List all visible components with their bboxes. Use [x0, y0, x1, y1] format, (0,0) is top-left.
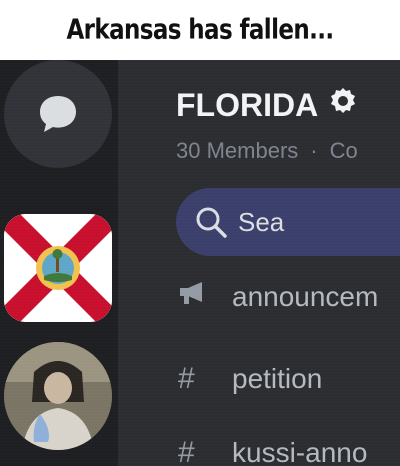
- meta-separator: ·: [310, 138, 318, 163]
- server-meta: 30 Members · Co: [176, 138, 358, 164]
- search-icon: [196, 207, 227, 238]
- direct-messages-button[interactable]: [4, 60, 112, 168]
- channel-label: announcem: [232, 281, 379, 312]
- server-icon-florida[interactable]: [4, 214, 112, 322]
- search-placeholder: Sea: [238, 206, 285, 237]
- channel-panel: FLORIDA 30 Members · Co Sea announcem # …: [118, 60, 400, 466]
- discord-app: FLORIDA 30 Members · Co Sea announcem # …: [0, 60, 400, 466]
- meme-caption: Arkansas has fallen...: [66, 14, 334, 46]
- channel-announcements[interactable]: announcem: [178, 280, 378, 314]
- megaphone-icon: [178, 280, 214, 314]
- user-avatar[interactable]: [4, 342, 112, 450]
- avatar-photo: [4, 342, 112, 450]
- channel-label: kussi-anno: [232, 437, 368, 466]
- channel-kussi-announcements[interactable]: # kussi-anno: [178, 436, 367, 466]
- hash-icon: #: [178, 362, 195, 395]
- server-rail: [0, 60, 118, 466]
- chat-bubble-icon: [40, 96, 76, 132]
- meta-extra: Co: [329, 138, 358, 163]
- member-count: 30 Members: [176, 138, 299, 163]
- hash-icon: #: [178, 436, 195, 466]
- florida-flag-icon: [4, 214, 112, 322]
- search-bar[interactable]: Sea: [176, 188, 400, 256]
- gear-badge-icon: [328, 86, 358, 124]
- server-name: FLORIDA: [176, 86, 319, 123]
- server-header[interactable]: FLORIDA: [176, 86, 358, 124]
- channel-label: petition: [232, 363, 323, 394]
- channel-petition[interactable]: # petition: [178, 362, 322, 396]
- meme-caption-bar: Arkansas has fallen...: [0, 0, 400, 60]
